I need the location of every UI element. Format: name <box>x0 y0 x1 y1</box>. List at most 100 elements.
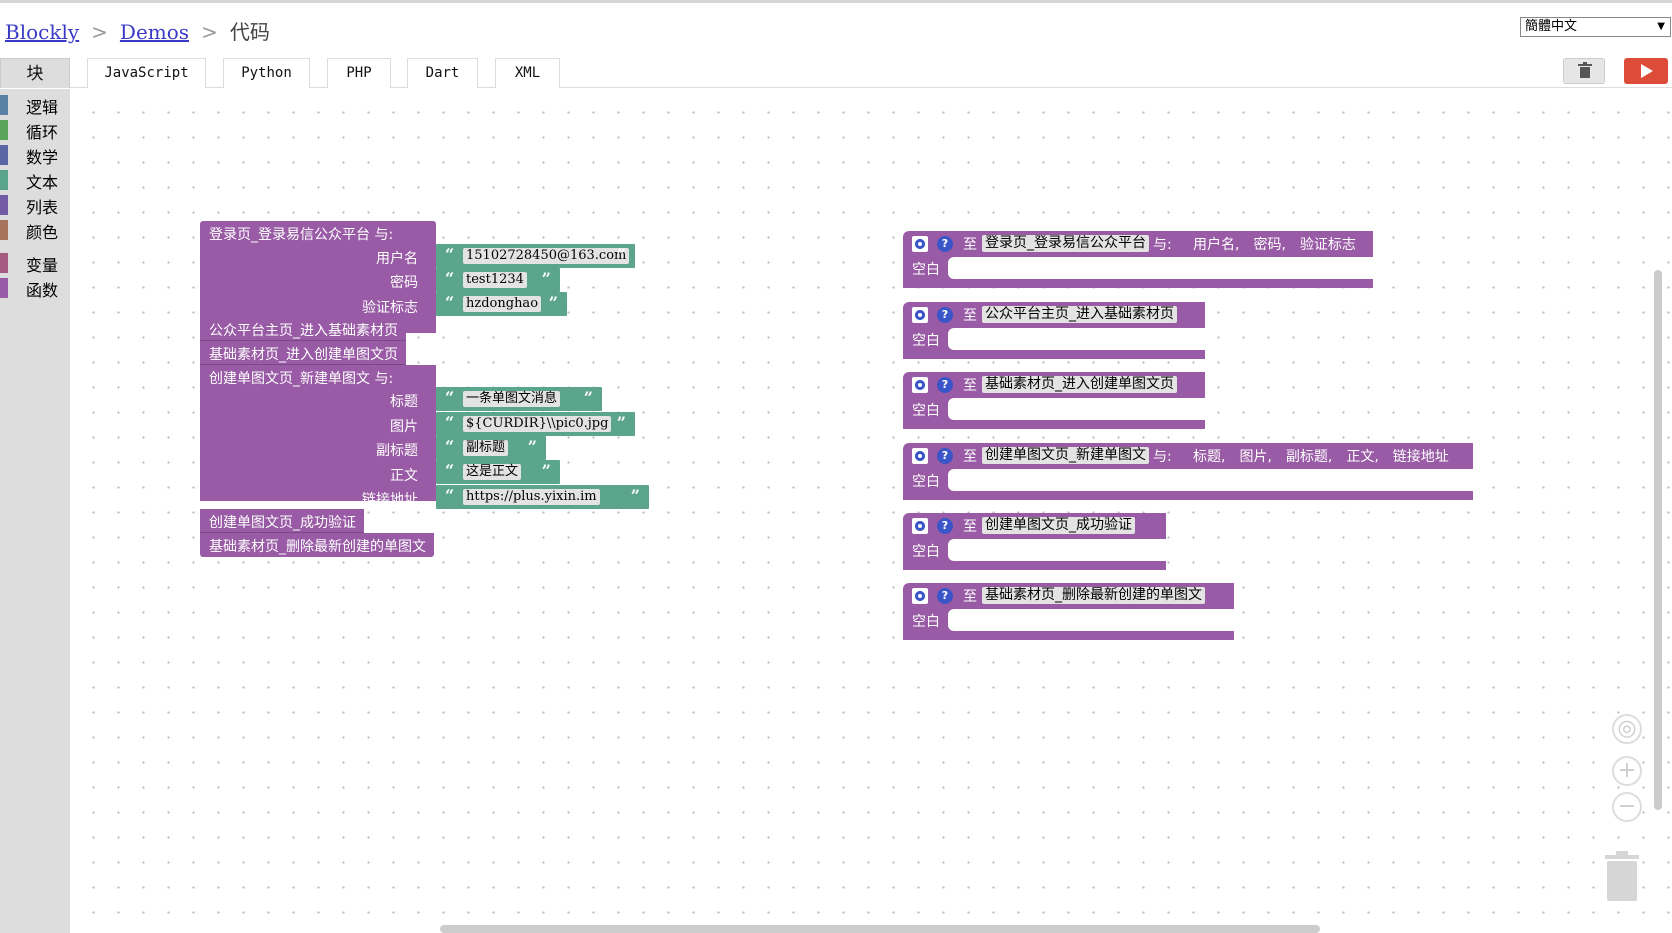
run-button[interactable] <box>1624 58 1668 84</box>
recenter-icon[interactable]: ◎ <box>1612 714 1642 744</box>
toolbox-category-loops[interactable]: 循环 <box>0 118 70 142</box>
toolbox-category-logic[interactable]: 逻辑 <box>0 93 70 117</box>
quote-open-icon: “ <box>445 245 455 264</box>
text-field[interactable]: https://plus.yixin.im <box>463 489 600 505</box>
text-field[interactable]: 这是正文 <box>463 464 522 480</box>
toolbox-category-math[interactable]: 数学 <box>0 143 70 167</box>
def-body-label: 空白 <box>912 614 940 630</box>
gear-icon[interactable] <box>912 588 928 604</box>
quote-open-icon: “ <box>445 486 455 505</box>
vertical-scrollbar[interactable] <box>1654 270 1662 810</box>
category-color-stripe <box>0 220 8 240</box>
procedure-call-block[interactable]: 基础素材页_进入创建单图文页 <box>200 341 406 365</box>
help-icon[interactable]: ? <box>937 377 953 393</box>
text-block[interactable]: “ https://plus.yixin.im ” <box>436 485 649 509</box>
tab-php[interactable]: PHP <box>327 58 391 88</box>
def-body-label: 空白 <box>912 474 940 490</box>
arg-label: 副标题 <box>376 443 418 459</box>
text-block[interactable]: “ test1234 ” <box>436 268 560 292</box>
def-to-label: 至 <box>963 308 977 324</box>
def-with-label: 与: <box>1153 237 1172 253</box>
gear-icon[interactable] <box>912 307 928 323</box>
toolbox-category-colour[interactable]: 颜色 <box>0 218 70 242</box>
procedure-definition-block[interactable]: ? 至 登录页_登录易信公众平台 与: 用户名, 密码, 验证标志 空白 <box>903 231 1373 288</box>
tab-dart[interactable]: Dart <box>407 58 478 88</box>
help-icon[interactable]: ? <box>937 518 953 534</box>
toolbox-category-lists[interactable]: 列表 <box>0 193 70 217</box>
block-title: 公众平台主页_进入基础素材页 <box>209 323 398 339</box>
def-name-field[interactable]: 创建单图文页_成功验证 <box>982 517 1135 534</box>
text-field[interactable]: ${CURDIR}\\pic0.jpg <box>463 416 612 432</box>
crumb-demos-link[interactable]: Demos <box>120 20 189 44</box>
crumb-separator: > <box>201 20 218 44</box>
statement-slot <box>948 539 1166 561</box>
text-block[interactable]: “ 副标题 ” <box>436 436 546 460</box>
language-select[interactable]: 簡體中文 ▼ <box>1520 17 1671 37</box>
block-title: 登录页_登录易信公众平台 与: <box>209 227 394 243</box>
text-field[interactable]: hzdonghao <box>463 296 542 312</box>
text-block[interactable]: “ 一条单图文消息 ” <box>436 387 602 411</box>
block-title: 基础素材页_进入创建单图文页 <box>209 347 398 363</box>
statement-slot <box>948 257 1373 279</box>
text-block[interactable]: “ 15102728450@163.com” <box>436 244 635 268</box>
text-field[interactable]: 副标题 <box>463 440 509 456</box>
tab-python[interactable]: Python <box>223 58 310 88</box>
procedure-definition-block[interactable]: ? 至 公众平台主页_进入基础素材页 空白 <box>903 302 1205 359</box>
procedure-call-block[interactable]: 公众平台主页_进入基础素材页 <box>200 317 406 341</box>
def-name-field[interactable]: 创建单图文页_新建单图文 <box>982 447 1149 464</box>
toolbox: 逻辑 循环 数学 文本 列表 颜色 变量 函数 <box>0 89 70 933</box>
category-label: 函数 <box>26 281 59 300</box>
def-to-label: 至 <box>963 237 977 253</box>
help-icon[interactable]: ? <box>937 588 953 604</box>
trashcan-shape <box>1605 851 1639 901</box>
tab-xml[interactable]: XML <box>495 58 560 88</box>
arg-label: 验证标志 <box>362 300 418 316</box>
text-block[interactable]: “ hzdonghao ” <box>436 292 567 316</box>
procedure-call-block[interactable]: 创建单图文页_新建单图文 与: 标题 图片 副标题 正文 链接地址 <box>200 365 436 508</box>
procedure-definition-block[interactable]: ? 至 基础素材页_删除最新创建的单图文 空白 <box>903 583 1234 640</box>
zoom-out-icon[interactable]: − <box>1612 792 1642 822</box>
zoom-in-icon[interactable]: + <box>1612 756 1642 786</box>
trash-button[interactable] <box>1563 58 1605 84</box>
arg-label: 密码 <box>390 275 418 291</box>
procedure-call-block[interactable]: 创建单图文页_成功验证 <box>200 509 364 533</box>
def-name-field[interactable]: 公众平台主页_进入基础素材页 <box>982 306 1177 323</box>
procedure-call-block[interactable]: 基础素材页_删除最新创建的单图文 <box>200 533 434 557</box>
horizontal-scrollbar[interactable] <box>440 925 1320 933</box>
quote-close-icon: ” <box>541 269 551 288</box>
tab-blocks[interactable]: 块 <box>0 58 70 88</box>
crumb-blockly-link[interactable]: Blockly <box>5 20 79 44</box>
quote-open-icon: “ <box>445 269 455 288</box>
block-title: 创建单图文页_新建单图文 与: <box>209 371 394 387</box>
text-field[interactable]: 一条单图文消息 <box>463 391 561 407</box>
text-block[interactable]: “ ${CURDIR}\\pic0.jpg” <box>436 412 635 436</box>
gear-icon[interactable] <box>912 236 928 252</box>
procedure-definition-block[interactable]: ? 至 创建单图文页_新建单图文 与: 标题, 图片, 副标题, 正文, 链接地… <box>903 443 1473 500</box>
help-icon[interactable]: ? <box>937 307 953 323</box>
text-field[interactable]: test1234 <box>463 272 527 288</box>
gear-icon[interactable] <box>912 448 928 464</box>
gear-icon[interactable] <box>912 518 928 534</box>
toolbox-category-text[interactable]: 文本 <box>0 168 70 192</box>
procedure-definition-block[interactable]: ? 至 基础素材页_进入创建单图文页 空白 <box>903 372 1205 429</box>
def-body-label: 空白 <box>912 333 940 349</box>
blockly-workspace[interactable]: 登录页_登录易信公众平台 与: 用户名 密码 验证标志 “ 15102728450… <box>70 89 1672 933</box>
def-to-label: 至 <box>963 589 977 605</box>
text-block[interactable]: “ 这是正文 ” <box>436 460 560 484</box>
category-label: 变量 <box>26 256 59 275</box>
gear-icon[interactable] <box>912 377 928 393</box>
crumb-separator: > <box>91 20 108 44</box>
help-icon[interactable]: ? <box>937 448 953 464</box>
help-icon[interactable]: ? <box>937 236 953 252</box>
def-name-field[interactable]: 登录页_登录易信公众平台 <box>982 235 1149 252</box>
toolbox-category-functions[interactable]: 函数 <box>0 276 70 300</box>
statement-slot <box>948 609 1234 631</box>
def-name-field[interactable]: 基础素材页_进入创建单图文页 <box>982 376 1177 393</box>
trashcan-icon[interactable] <box>1603 849 1641 903</box>
toolbox-category-variables[interactable]: 变量 <box>0 251 70 275</box>
procedure-definition-block[interactable]: ? 至 创建单图文页_成功验证 空白 <box>903 513 1166 570</box>
def-name-field[interactable]: 基础素材页_删除最新创建的单图文 <box>982 587 1205 604</box>
block-title: 创建单图文页_成功验证 <box>209 515 356 531</box>
tab-javascript[interactable]: JavaScript <box>87 58 206 88</box>
text-field[interactable]: 15102728450@163.com <box>463 248 630 264</box>
